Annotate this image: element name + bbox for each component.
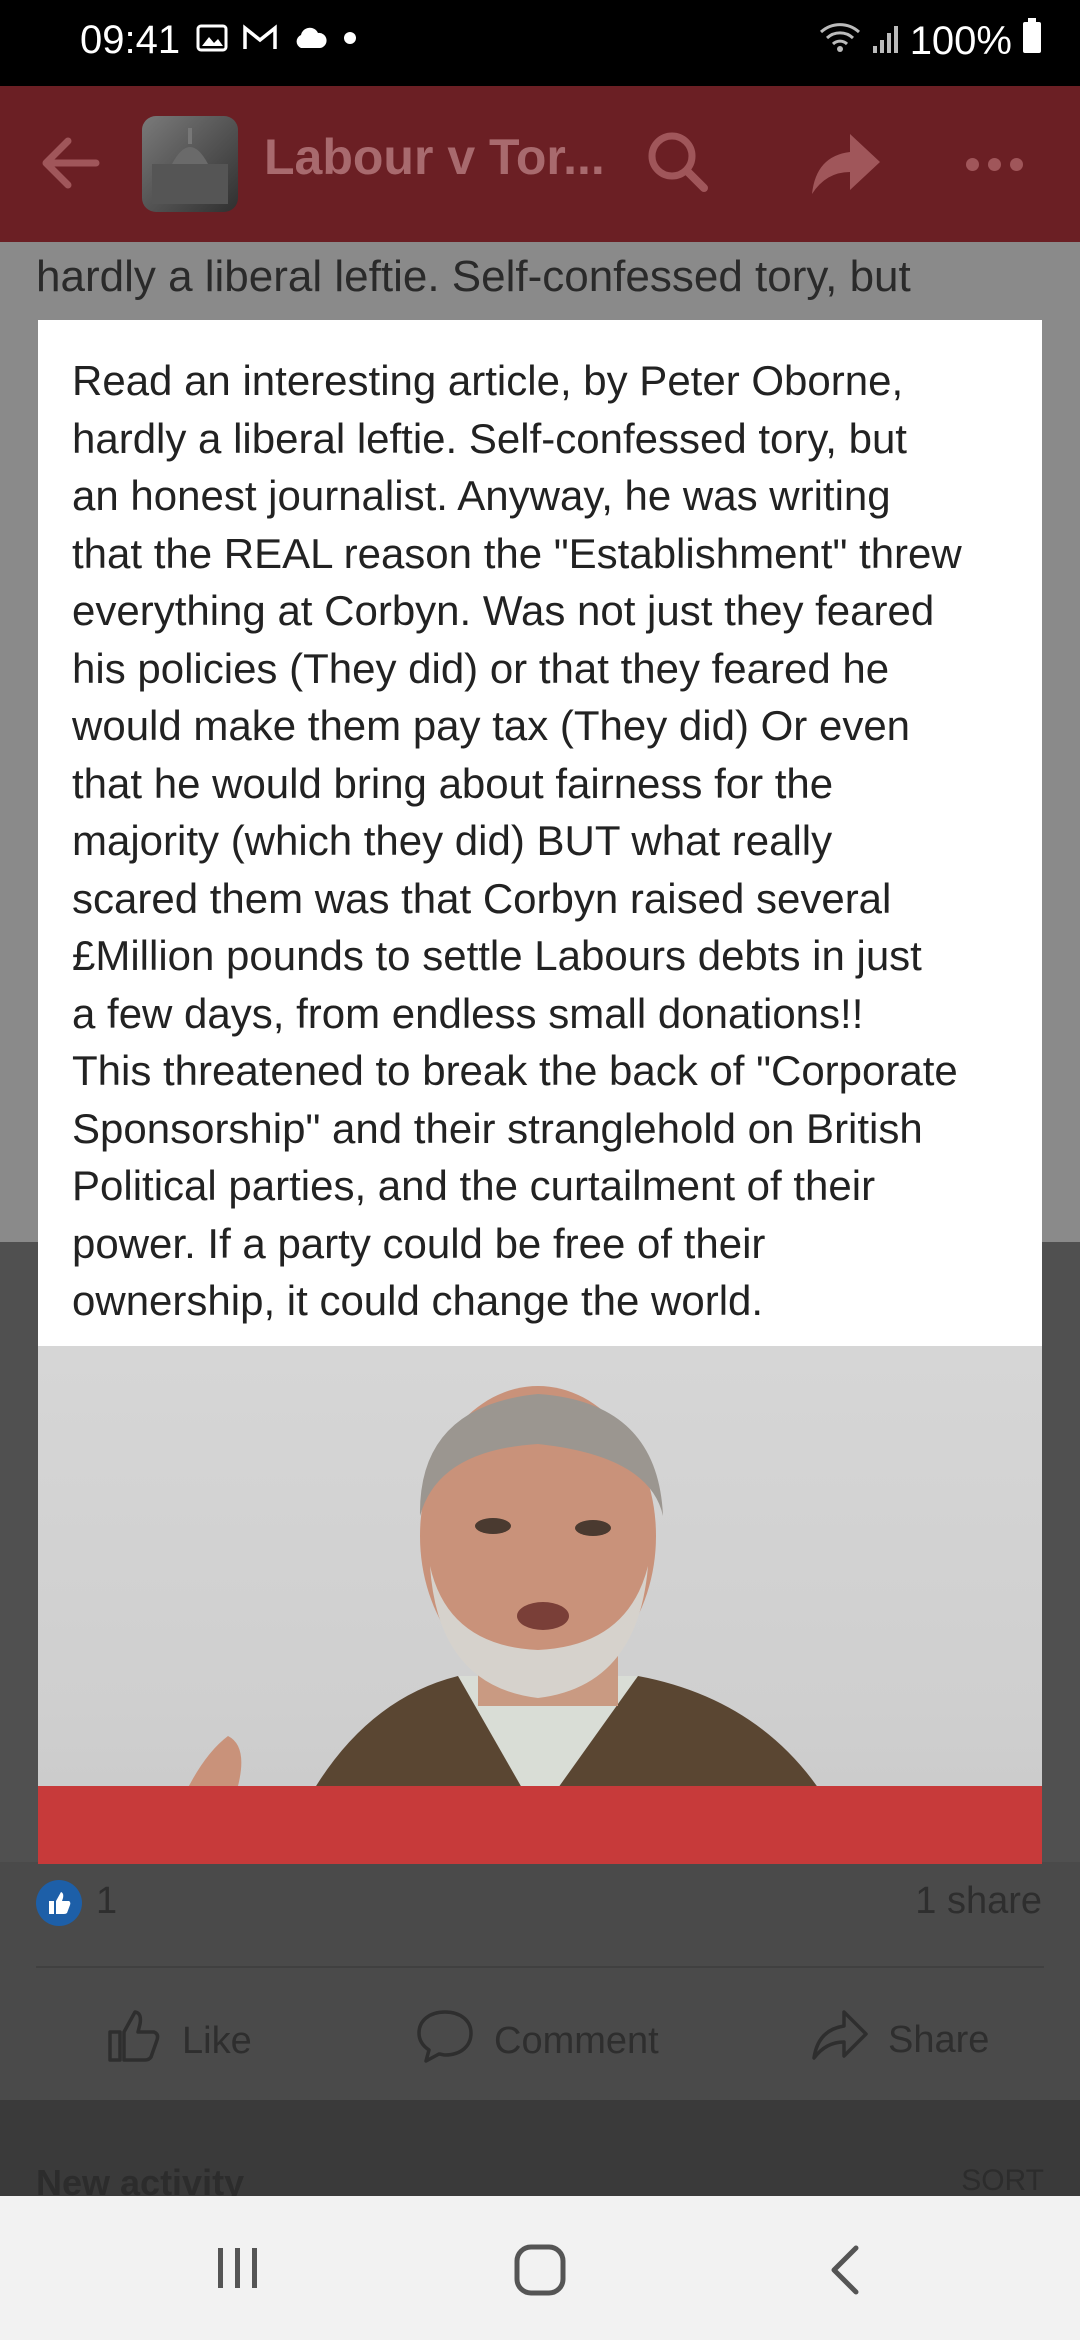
more-icon[interactable]: [966, 158, 1023, 171]
share-icon: [808, 2006, 870, 2074]
like-count[interactable]: 1: [96, 1880, 117, 1923]
post-text-line: power. If a party could be free of their: [72, 1219, 766, 1267]
app-bar: Labour v Tor...: [0, 86, 1080, 242]
post-text-line: majority (which they did) BUT what reall…: [72, 817, 833, 864]
back-arrow-icon[interactable]: [34, 126, 108, 205]
post-text-line: that the REAL reason the "Establishment"…: [72, 529, 962, 577]
portrait-photo: [38, 1346, 1042, 1864]
status-time: 09:41: [80, 18, 181, 62]
post-text-line: his policies (They did) or that they fea…: [72, 644, 890, 692]
like-label: Like: [182, 2019, 252, 2062]
gallery-icon: [196, 24, 228, 57]
recents-icon[interactable]: [212, 2242, 264, 2299]
background-text: hardly a liberal leftie. Self-confessed …: [36, 252, 911, 301]
post-text-line: Sponsorship" and their stranglehold on B…: [72, 1104, 923, 1152]
post-text-line: would make them pay tax (They did) Or ev…: [72, 702, 911, 749]
dot-icon: [342, 30, 358, 51]
battery-icon: [1022, 18, 1042, 64]
share-button[interactable]: Share: [808, 2006, 989, 2074]
gmail-icon: [242, 24, 278, 57]
share-label: Share: [888, 2018, 990, 2061]
home-icon[interactable]: [512, 2242, 568, 2303]
post-text-line: an honest journalist. Anyway, he was wri…: [72, 472, 891, 519]
post-text-line: Political parties, and the curtailment o…: [72, 1162, 876, 1209]
cloud-icon: [292, 26, 328, 55]
battery-percent: 100%: [909, 18, 1012, 63]
reaction-summary: 1 1 share: [0, 1864, 1080, 1964]
red-backdrop: [38, 1786, 1042, 1864]
post-text-line: that he would bring about fairness for t…: [72, 759, 834, 807]
comment-button[interactable]: Comment: [414, 2006, 659, 2076]
thumbs-up-icon: [104, 2006, 164, 2076]
new-activity-section: New activity SORT: [0, 2100, 1080, 2203]
share-arrow-icon[interactable]: [804, 124, 884, 205]
status-bar: 09:41 100%: [0, 0, 1080, 86]
post-text-line: everything at Corbyn. Was not just they …: [72, 587, 935, 634]
navigation-bar: [0, 2196, 1080, 2340]
sort-button[interactable]: SORT: [961, 2164, 1044, 2198]
like-button[interactable]: Like: [104, 2006, 252, 2076]
action-bar: Like Comment Share: [0, 1968, 1080, 2098]
post-text-line: This threatened to break the back of "Co…: [72, 1047, 958, 1094]
group-title[interactable]: Labour v Tor...: [264, 128, 605, 186]
post-text-line: £Million pounds to settle Labours debts …: [72, 932, 922, 979]
group-avatar[interactable]: [142, 116, 238, 212]
signal-icon: [872, 19, 900, 64]
search-icon[interactable]: [642, 126, 714, 203]
post-text-line: a few days, from endless small donations…: [72, 989, 864, 1037]
share-count[interactable]: 1 share: [915, 1880, 1042, 1923]
post-text-line: hardly a liberal leftie. Self-confessed …: [72, 414, 907, 462]
back-icon[interactable]: [822, 2242, 866, 2303]
comment-icon: [414, 2006, 476, 2076]
post-text-line: Read an interesting article, by Peter Ob…: [72, 357, 904, 404]
wifi-icon: [818, 19, 862, 64]
post-text: Read an interesting article, by Peter Ob…: [72, 352, 1032, 1330]
post-text-line: scared them was that Corbyn raised sever…: [72, 874, 892, 922]
post-text-line: ownership, it could change the world.: [72, 1277, 764, 1324]
like-reaction-icon[interactable]: [36, 1880, 82, 1926]
comment-label: Comment: [494, 2019, 659, 2062]
post-image[interactable]: Read an interesting article, by Peter Ob…: [38, 320, 1042, 1864]
